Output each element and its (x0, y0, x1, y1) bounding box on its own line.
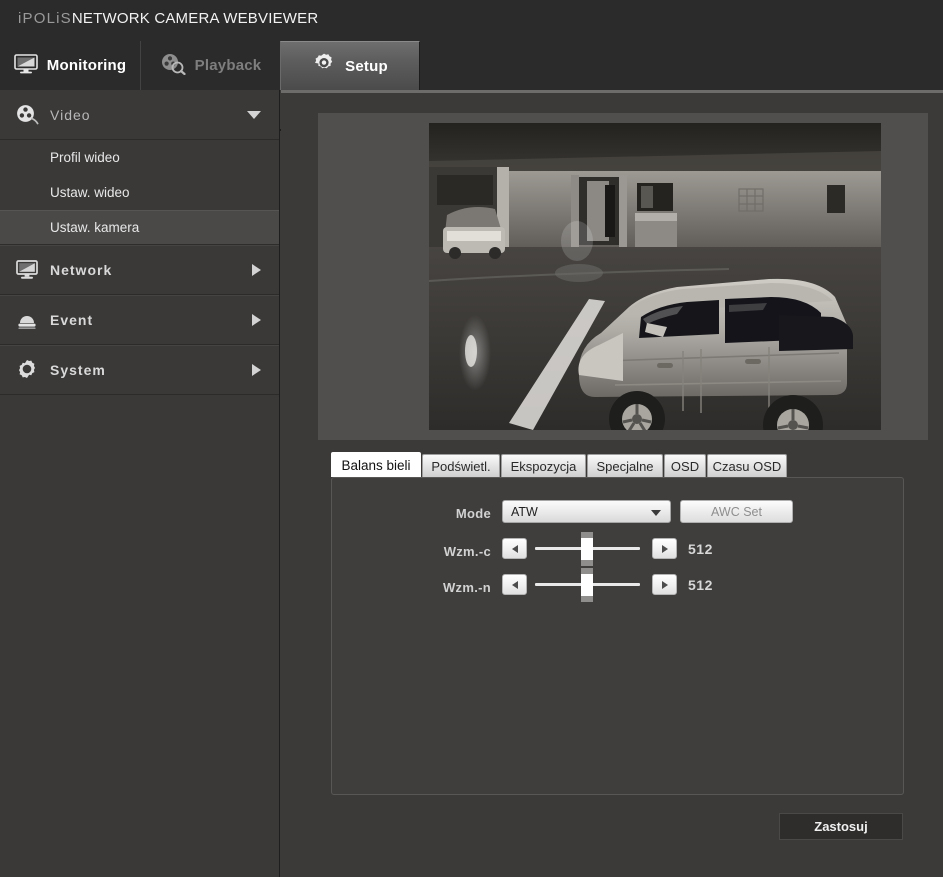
bell-icon (14, 307, 40, 333)
top-navigation: Monitoring Playback Setup (0, 41, 943, 131)
gain-n-slider-knob[interactable] (581, 568, 593, 602)
sidebar-item-label: Ustaw. kamera (50, 220, 140, 235)
brand-prefix: iPOLiS (18, 10, 72, 27)
mode-select[interactable]: ATW (502, 500, 671, 523)
content-top-strip (281, 90, 943, 93)
tab-specjalne[interactable]: Specjalne (587, 454, 663, 477)
apply-button-label: Zastosuj (814, 819, 868, 834)
gain-c-decrement-button[interactable] (502, 538, 527, 559)
tab-label: Balans bieli (341, 457, 411, 473)
gain-n-value: 512 (688, 577, 713, 593)
sidebar-submenu-video: Profil wideo Ustaw. wideo Ustaw. kamera (0, 140, 279, 245)
tab-label: OSD (670, 458, 700, 474)
brand-title: iPOLiSNETWORK CAMERA WEBVIEWER (18, 10, 318, 27)
webviewer-app: iPOLiSNETWORK CAMERA WEBVIEWER Monitorin… (0, 0, 943, 877)
awc-set-button[interactable]: AWC Set (680, 500, 793, 523)
sidebar-item-profil-wideo[interactable]: Profil wideo (0, 140, 279, 175)
video-preview-container (318, 113, 928, 440)
settings-tabstrip: Balans bieli Podświetl. Ekspozycja Specj… (331, 452, 931, 477)
arrow-left-icon (511, 544, 518, 553)
sidebar-group-network[interactable]: Network (0, 245, 279, 295)
gain-n-increment-button[interactable] (652, 574, 677, 595)
gain-n-row: Wzm.-n 512 (332, 568, 903, 602)
gain-n-label: Wzm.-n (442, 579, 491, 595)
tab-playback[interactable]: Playback (140, 41, 280, 90)
gain-c-label: Wzm.-c (443, 543, 491, 559)
brand-product-name: NETWORK CAMERA WEBVIEWER (71, 10, 319, 27)
chevron-right-icon (252, 264, 261, 276)
tab-playback-label: Playback (194, 57, 262, 74)
chevron-right-icon (252, 364, 261, 376)
sidebar-group-video-label: Video (50, 106, 91, 123)
gain-c-row: Wzm.-c 512 (332, 532, 903, 566)
gain-c-slider-knob[interactable] (581, 532, 593, 566)
chevron-down-icon (651, 510, 661, 516)
settings-panel: Mode ATW AWC Set Wzm.-c 512 Wzm.-n 512 (331, 477, 904, 795)
content-area: Balans bieli Podświetl. Ekspozycja Specj… (281, 90, 943, 877)
tab-monitoring[interactable]: Monitoring (0, 41, 140, 90)
arrow-right-icon (661, 544, 668, 553)
live-video-preview[interactable] (429, 123, 881, 430)
gear-icon (312, 52, 336, 80)
tab-podswietl[interactable]: Podświetl. (422, 454, 500, 477)
tab-czasu-osd[interactable]: Czasu OSD (707, 454, 787, 477)
monitor-icon (14, 257, 40, 283)
mode-row: Mode ATW AWC Set (332, 500, 903, 526)
tab-label: Czasu OSD (712, 458, 782, 474)
gain-c-value: 512 (688, 541, 713, 557)
sidebar-group-event-label: Event (50, 312, 94, 328)
arrow-left-icon (511, 580, 518, 589)
tab-balans-bieli[interactable]: Balans bieli (331, 452, 421, 477)
chevron-right-icon (252, 314, 261, 326)
mode-select-value: ATW (511, 504, 538, 519)
sidebar-group-network-label: Network (50, 262, 113, 278)
sidebar-group-video[interactable]: Video (0, 90, 279, 140)
monitor-icon (13, 53, 38, 78)
sidebar-group-system-label: System (50, 362, 106, 378)
awc-set-label: AWC Set (711, 504, 762, 519)
tab-label: Specjalne (596, 458, 654, 474)
sidebar-group-event[interactable]: Event (0, 295, 279, 345)
sidebar: Video Profil wideo Ustaw. wideo Ustaw. k… (0, 90, 280, 877)
sidebar-item-label: Profil wideo (50, 150, 120, 165)
gain-c-increment-button[interactable] (652, 538, 677, 559)
apply-button[interactable]: Zastosuj (779, 813, 903, 840)
tab-label: Ekspozycja (510, 458, 577, 474)
mode-label: Mode (455, 505, 491, 521)
arrow-right-icon (661, 580, 668, 589)
sidebar-group-system[interactable]: System (0, 345, 279, 395)
chevron-down-icon (247, 110, 261, 119)
gain-n-decrement-button[interactable] (502, 574, 527, 595)
gear-icon (14, 357, 40, 383)
tab-ekspozycja[interactable]: Ekspozycja (501, 454, 586, 477)
app-header: iPOLiSNETWORK CAMERA WEBVIEWER (0, 0, 943, 41)
sidebar-item-ustaw-kamera[interactable]: Ustaw. kamera (0, 210, 279, 245)
tab-label: Podświetl. (431, 458, 491, 474)
tab-setup-label: Setup (345, 57, 388, 75)
sidebar-item-label: Ustaw. wideo (50, 185, 130, 200)
tab-monitoring-label: Monitoring (46, 57, 127, 74)
film-reel-search-icon (160, 53, 186, 79)
film-reel-icon (14, 102, 40, 128)
tab-setup[interactable]: Setup (280, 41, 420, 90)
tab-osd[interactable]: OSD (664, 454, 706, 477)
sidebar-item-ustaw-wideo[interactable]: Ustaw. wideo (0, 175, 279, 210)
